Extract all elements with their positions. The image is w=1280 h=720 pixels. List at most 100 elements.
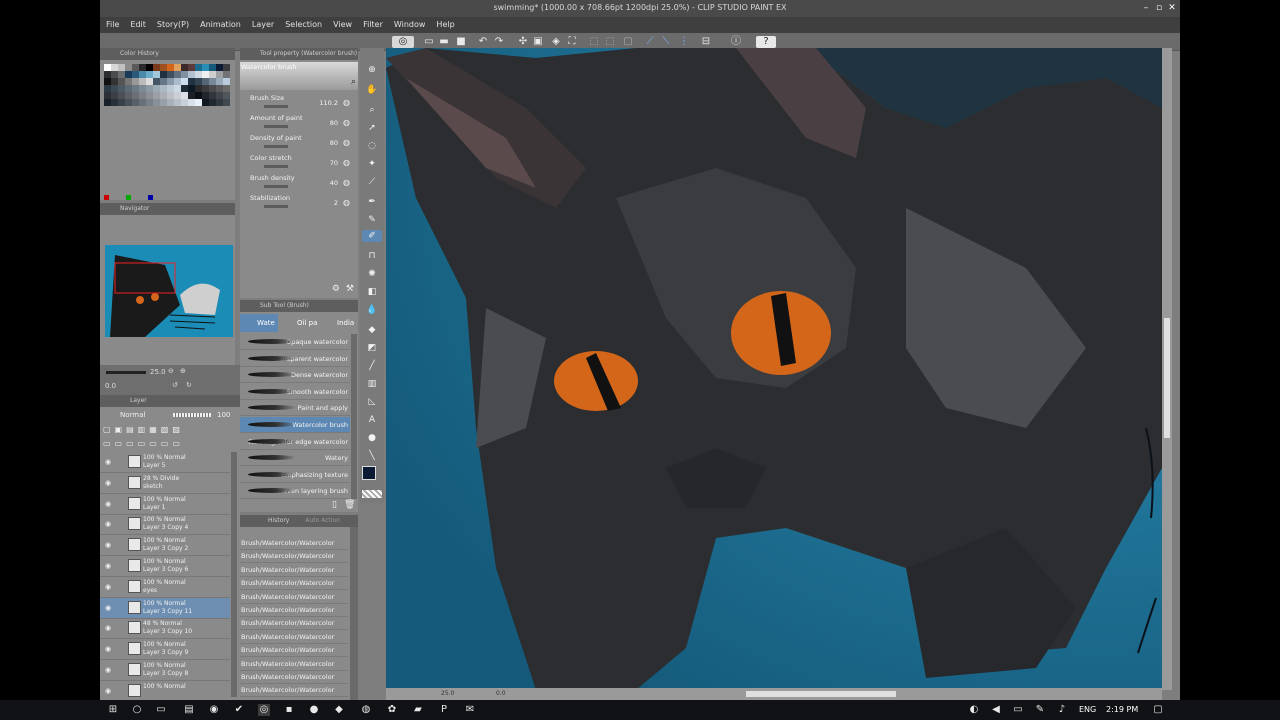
menu-layer[interactable]: Layer bbox=[246, 17, 279, 29]
info-icon[interactable]: ⓘ bbox=[730, 36, 742, 48]
color-swatch[interactable] bbox=[125, 92, 132, 99]
fill-icon[interactable]: ◈ bbox=[550, 36, 562, 48]
color-swatch[interactable] bbox=[216, 78, 223, 85]
setting-slider[interactable] bbox=[264, 105, 288, 108]
brush-list-item[interactable]: Opaque watercolor bbox=[240, 334, 350, 350]
fill-tool-icon[interactable]: ◆ bbox=[366, 324, 378, 336]
menu-help[interactable]: Help bbox=[430, 17, 459, 29]
auto-select-tool-icon[interactable]: ✦ bbox=[366, 158, 378, 170]
color-swatch[interactable] bbox=[209, 71, 216, 78]
layer-row[interactable]: ◉ 100 % Normal eyes bbox=[100, 577, 230, 598]
color-swatch[interactable] bbox=[195, 92, 202, 99]
menu-file[interactable]: File bbox=[100, 17, 124, 29]
pen-tray-icon[interactable]: ✎ bbox=[1034, 704, 1046, 716]
eye-icon[interactable]: ◉ bbox=[105, 458, 113, 466]
zoom-slider[interactable] bbox=[106, 371, 146, 374]
color-swatch[interactable] bbox=[111, 78, 118, 85]
menu-selection[interactable]: Selection bbox=[279, 17, 327, 29]
color-swatch[interactable] bbox=[167, 64, 174, 71]
color-swatch[interactable] bbox=[223, 99, 230, 106]
color-swatch[interactable] bbox=[188, 64, 195, 71]
drawing-canvas[interactable] bbox=[386, 48, 1162, 690]
color-swatch[interactable] bbox=[188, 78, 195, 85]
eye-icon[interactable]: ◉ bbox=[105, 479, 113, 487]
help-icon[interactable]: ? bbox=[756, 36, 776, 48]
operation-tool-icon[interactable]: ➚ bbox=[366, 122, 378, 134]
zoom-in-icon[interactable]: ⊕ bbox=[180, 367, 186, 375]
color-swatch[interactable] bbox=[216, 99, 223, 106]
green-swatch[interactable] bbox=[126, 195, 131, 200]
color-swatch[interactable] bbox=[167, 99, 174, 106]
new-file-icon[interactable]: ▭ bbox=[423, 36, 435, 48]
brush-list-item[interactable]: Emphasizing texture bbox=[240, 467, 350, 483]
history-item[interactable]: Brush/Watercolor/Watercolor bbox=[240, 564, 348, 577]
color-swatch[interactable] bbox=[132, 85, 139, 92]
color-swatch[interactable] bbox=[195, 64, 202, 71]
app-icon-5[interactable]: ◆ bbox=[333, 704, 345, 716]
color-swatch[interactable] bbox=[216, 85, 223, 92]
app-icon-4[interactable]: ● bbox=[308, 704, 320, 716]
red-swatch[interactable] bbox=[104, 195, 109, 200]
layer-toolbar[interactable]: ▢▣▤▥▦▧▨ bbox=[103, 425, 233, 435]
tab-oil-paint[interactable]: Oil pa bbox=[280, 314, 318, 332]
color-swatch[interactable] bbox=[216, 64, 223, 71]
color-swatch[interactable] bbox=[188, 99, 195, 106]
setting-slider[interactable] bbox=[264, 125, 288, 128]
color-swatch[interactable] bbox=[209, 64, 216, 71]
brush-list-item[interactable]: Watery bbox=[240, 450, 350, 467]
color-swatch[interactable] bbox=[174, 85, 181, 92]
brush-setting-row[interactable]: Brush density 40 ◍ bbox=[250, 174, 350, 194]
figure-tool-icon[interactable]: ╱ bbox=[366, 360, 378, 372]
color-swatch[interactable] bbox=[139, 64, 146, 71]
brush-setting-row[interactable]: Density of paint 80 ◍ bbox=[250, 134, 350, 154]
history-item[interactable]: Brush/Watercolor/Watercolor bbox=[240, 644, 348, 658]
color-swatch[interactable] bbox=[111, 64, 118, 71]
pen-tool-icon[interactable]: ✒ bbox=[366, 196, 378, 208]
setting-slider[interactable] bbox=[264, 205, 288, 208]
snap-ruler-icon[interactable]: ⟋ bbox=[644, 36, 656, 48]
auto-action-tab[interactable]: Auto Action bbox=[305, 517, 340, 524]
color-swatch[interactable] bbox=[174, 92, 181, 99]
gradient-tool-icon[interactable]: ◩ bbox=[366, 342, 378, 354]
menu-story[interactable]: Story(P) bbox=[151, 17, 194, 29]
color-swatch[interactable] bbox=[188, 92, 195, 99]
pressure-icon[interactable]: ◍ bbox=[343, 138, 350, 147]
color-swatch[interactable] bbox=[153, 78, 160, 85]
delete-subtool-icon[interactable]: 🗑 bbox=[344, 500, 355, 510]
color-swatch[interactable] bbox=[174, 78, 181, 85]
color-swatch[interactable] bbox=[153, 71, 160, 78]
clip-studio-taskbar-icon[interactable]: ◎ bbox=[258, 704, 270, 716]
layer-row[interactable]: ◉ 100 % Normal Layer 3 Copy 2 bbox=[100, 535, 230, 557]
color-swatch[interactable] bbox=[223, 71, 230, 78]
menu-filter[interactable]: Filter bbox=[357, 17, 388, 29]
color-swatch[interactable] bbox=[125, 99, 132, 106]
brush-list-item[interactable]: Paint and apply bbox=[240, 400, 350, 417]
color-swatch[interactable] bbox=[125, 64, 132, 71]
brush-setting-row[interactable]: Color stretch 70 ◍ bbox=[250, 154, 350, 174]
history-item[interactable]: Brush/Watercolor/Watercolor bbox=[240, 658, 348, 671]
pressure-icon[interactable]: ◍ bbox=[343, 198, 350, 207]
notification-icon[interactable]: ▢ bbox=[1152, 704, 1164, 716]
layer-header[interactable]: Layer bbox=[100, 395, 240, 407]
history-item[interactable]: Brush/Watercolor/Watercolor bbox=[240, 604, 348, 617]
color-swatch[interactable] bbox=[209, 78, 216, 85]
eye-icon[interactable]: ◉ bbox=[105, 520, 113, 528]
maximize-icon[interactable]: ▫ bbox=[1153, 2, 1165, 14]
history-item[interactable]: Brush/Watercolor/Watercolor bbox=[240, 591, 348, 604]
color-swatch[interactable] bbox=[132, 99, 139, 106]
clear-outside-icon[interactable]: ▣ bbox=[532, 36, 544, 48]
layer-row[interactable]: ◉ 48 % Normal Layer 3 Copy 10 bbox=[100, 618, 230, 640]
decoration-tool-icon[interactable]: ✺ bbox=[366, 268, 378, 280]
color-swatch[interactable] bbox=[139, 78, 146, 85]
eraser-tool-icon[interactable]: ◧ bbox=[366, 286, 378, 298]
color-swatch[interactable] bbox=[111, 99, 118, 106]
menu-edit[interactable]: Edit bbox=[124, 17, 151, 29]
show-selection-icon[interactable]: ▢ bbox=[622, 36, 634, 48]
color-swatch[interactable] bbox=[139, 71, 146, 78]
color-swatch[interactable] bbox=[118, 99, 125, 106]
setting-slider[interactable] bbox=[264, 145, 288, 148]
mail-icon[interactable]: ✉ bbox=[464, 704, 476, 716]
color-swatch[interactable] bbox=[195, 78, 202, 85]
brush-setting-row[interactable]: Stabilization 2 ◍ bbox=[250, 194, 350, 214]
transparent-color-swatch[interactable] bbox=[362, 490, 382, 498]
